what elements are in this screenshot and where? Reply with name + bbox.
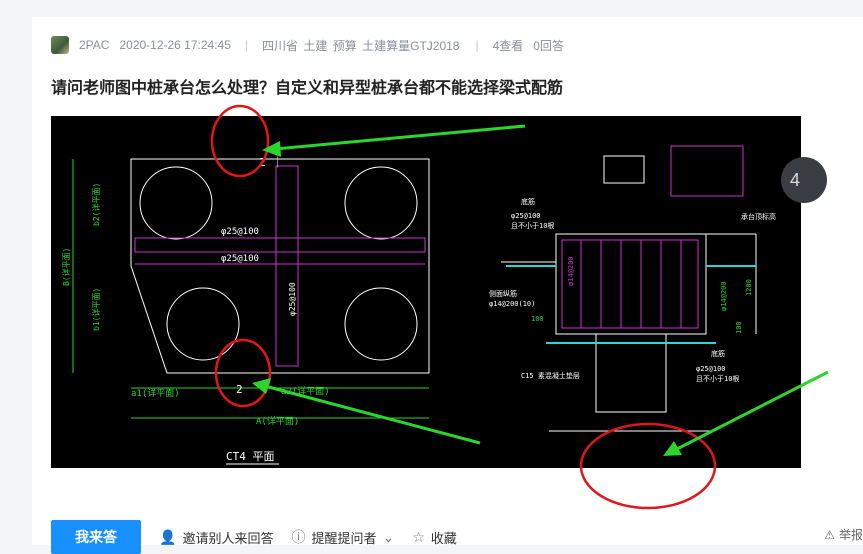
dimension-label: A(详平面) [256, 415, 299, 427]
rebar-band-horizontal [134, 237, 426, 253]
pile-circle [344, 166, 418, 240]
section-dimension: 1200 [745, 279, 753, 296]
view-count: 4查看 [492, 38, 524, 53]
section-label: 底筋 [521, 197, 535, 206]
dimension-label: a2(详平面) [281, 385, 330, 397]
cap-rebar-cage [561, 239, 699, 329]
favorite-button[interactable]: ☆ 收藏 [412, 528, 457, 547]
tag-civil[interactable]: 土建 [303, 39, 327, 53]
tag-budget[interactable]: 预算 [333, 39, 357, 53]
warning-icon: ⚠ [824, 527, 835, 542]
question-card: 2PAC 2020-12-26 17:24:45 | 四川省 土建 预算 土建算… [32, 17, 863, 554]
section-mark: 2 [236, 383, 243, 396]
invite-label: 邀请别人来回答 [182, 530, 274, 546]
section-rebar-note: 且不小于10根 [696, 374, 739, 383]
dimension-label: b1(详平面) [91, 288, 101, 331]
dimension-label: a1(详平面) [131, 387, 180, 399]
rebar-label: φ25@100 [221, 227, 259, 237]
concrete-label: C15 素混凝土垫层 [521, 371, 580, 380]
user-icon: 👤 [159, 528, 177, 545]
chevron-down-icon: ⌄ [382, 528, 395, 545]
column-rebar-detail [670, 145, 744, 197]
user-avatar[interactable] [51, 36, 69, 54]
section-label: 侧面纵筋 [489, 289, 517, 298]
column-stub [603, 155, 645, 184]
pile-circle [139, 166, 213, 240]
star-icon: ☆ [412, 528, 425, 545]
report-label: 举报 [838, 528, 863, 542]
section-rebar: φ14@200 [720, 281, 728, 311]
tag-list: 四川省 土建 预算 土建算量GTJ2018 [262, 37, 461, 54]
cap-section-outline [555, 233, 707, 335]
section-rebar: φ14@200 [567, 256, 575, 286]
section-dimension: 100 [531, 315, 544, 323]
question-meta: 2PAC 2020-12-26 17:24:45 | 四川省 土建 预算 土建算… [51, 36, 564, 54]
question-image[interactable]: φ25@100 φ25@100 2 ｜ 2 CT4 平面 A(详平面) a1(详… [51, 116, 801, 468]
pile-cap-outline [130, 158, 430, 374]
answer-count: 0回答 [533, 38, 564, 53]
dimension-label: B(详平面) [61, 248, 71, 286]
post-datetime: 2020-12-26 17:24:45 [119, 38, 231, 52]
pile-circle [344, 287, 418, 361]
section-rebar: φ14@200(10) [489, 300, 535, 308]
pile-circle [166, 287, 240, 361]
section-rebar: φ25@100 [696, 365, 726, 373]
rebar-label: φ25@100 [288, 282, 297, 316]
tag-province[interactable]: 四川省 [262, 39, 298, 53]
floating-badge[interactable]: 4 [781, 157, 827, 203]
separator: | [475, 38, 479, 52]
answer-button[interactable]: 我来答 [51, 520, 141, 554]
section-rebar-note: 且不小于10根 [511, 221, 554, 230]
section-dimension: 100 [735, 321, 743, 334]
plan-title: CT4 平面 [226, 450, 275, 463]
tag-software[interactable]: 土建算量GTJ2018 [362, 39, 459, 53]
section-mark: 2 ｜ [259, 156, 283, 169]
remind-button[interactable]: ⓘ 提醒提问者 ⌄ [291, 527, 394, 547]
answer-actions: 我来答 👤 邀请别人来回答 ⓘ 提醒提问者 ⌄ ☆ 收藏 [51, 520, 457, 554]
username[interactable]: 2PAC [79, 38, 109, 52]
section-label: 底筋 [711, 349, 725, 358]
rebar-band-vertical [275, 165, 299, 367]
pile-section [595, 333, 667, 413]
cad-drawing: φ25@100 φ25@100 2 ｜ 2 CT4 平面 A(详平面) a1(详… [61, 145, 776, 465]
question-title: 请问老师图中桩承台怎么处理？自定义和异型桩承台都不能选择梁式配筋 [51, 80, 564, 97]
favorite-label: 收藏 [430, 530, 457, 546]
report-button[interactable]: ⚠ 举报 [824, 526, 863, 543]
remind-label: 提醒提问者 [311, 530, 377, 546]
rebar-label: φ25@100 [221, 254, 259, 264]
section-rebar: φ25@100 [511, 212, 541, 220]
section-label: 承台顶标高 [741, 212, 776, 221]
invite-button[interactable]: 👤 邀请别人来回答 [159, 528, 273, 547]
separator: | [244, 38, 249, 52]
info-icon: ⓘ [291, 529, 306, 545]
dimension-label: b2(详平面) [91, 183, 101, 226]
